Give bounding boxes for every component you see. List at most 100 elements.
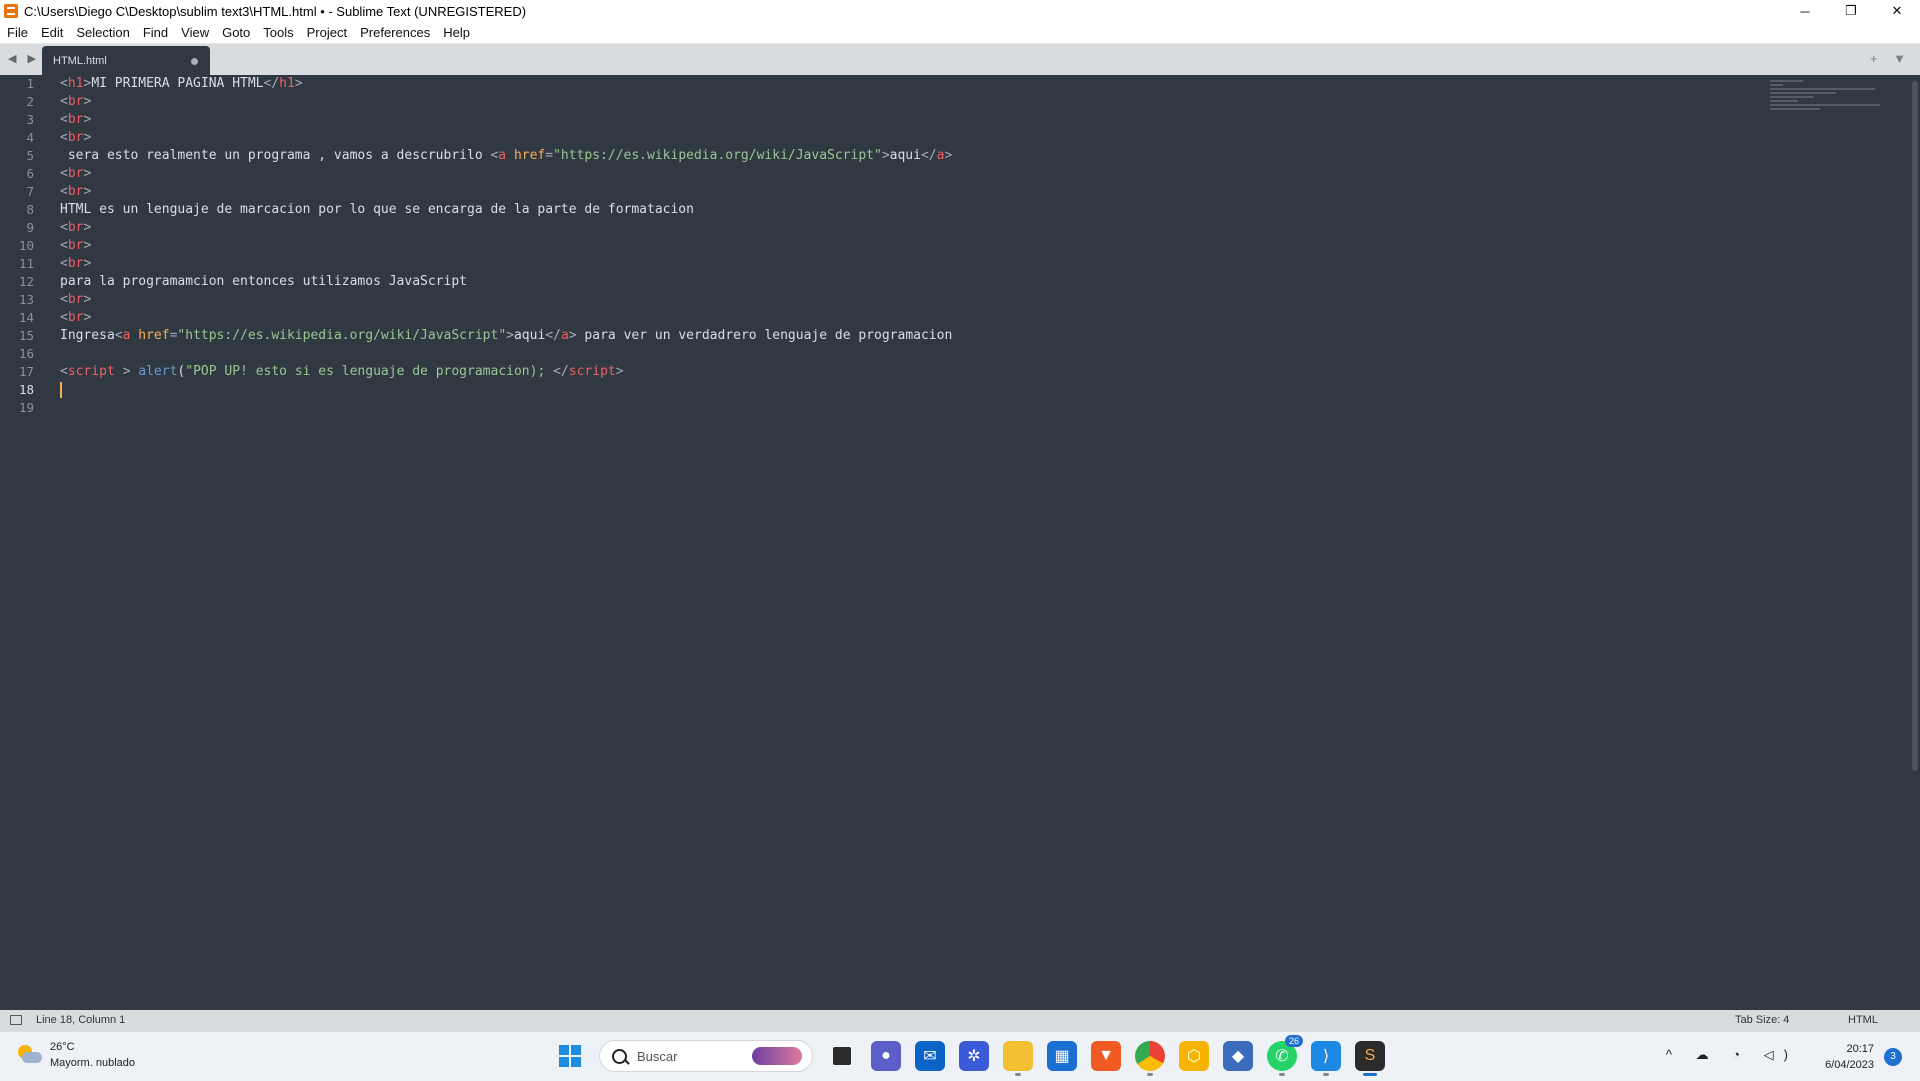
line-number: 2 [26, 94, 34, 109]
line-number: 15 [18, 328, 34, 343]
vertical-scrollbar[interactable] [1912, 81, 1918, 771]
code-line: <br> [60, 238, 92, 253]
code-line: <h1>MI PRIMERA PAGINA HTML</h1> [60, 76, 303, 91]
line-number: 10 [18, 238, 34, 253]
line-number: 7 [26, 184, 34, 199]
notification-badge[interactable]: 3 [1884, 1048, 1902, 1066]
menu-view[interactable]: View [181, 25, 209, 40]
menu-find[interactable]: Find [143, 25, 168, 40]
mail-icon[interactable]: ✉ [915, 1041, 945, 1071]
taskbar-apps: Buscar ● ✉ ✲ ▦ ▼ ⬡ ◆ ✆ 26 ⟩ S [548, 1035, 1392, 1076]
panel-toggle-icon[interactable] [10, 1015, 22, 1025]
line-number: 1 [26, 76, 34, 91]
tab-nav-arrows-icon[interactable]: ◀ ▶ [8, 52, 40, 65]
virtualbox-icon[interactable]: ◆ [1223, 1041, 1253, 1071]
app-hexagon-icon[interactable]: ⬡ [1179, 1041, 1209, 1071]
code-line: <br> [60, 94, 92, 109]
file-explorer-icon[interactable] [1003, 1041, 1033, 1076]
search-placeholder: Buscar [637, 1048, 678, 1064]
code-area[interactable]: <h1>MI PRIMERA PAGINA HTML</h1> <br> <br> <… [60, 75, 1740, 417]
weather-description: Mayorm. nublado [50, 1057, 135, 1069]
tray-icons[interactable]: ^ ☁ ◔ ◁) [1666, 1047, 1798, 1063]
status-bar: Line 18, Column 1 Tab Size: 4 HTML [0, 1010, 1920, 1031]
clock-date: 6/04/2023 [1825, 1059, 1874, 1071]
code-line: Ingresa<a href="https://es.wikipedia.org… [60, 328, 953, 343]
tab-size-setting[interactable]: Tab Size: 4 [1735, 1014, 1789, 1026]
search-icon [612, 1048, 627, 1064]
tab-tools-icon[interactable]: + ▼ [1870, 51, 1912, 66]
line-number: 19 [18, 400, 34, 415]
line-number: 14 [18, 310, 34, 325]
task-view-icon[interactable] [833, 1047, 851, 1065]
code-line: para la programamcion entonces utilizamo… [60, 274, 467, 289]
brave-browser-icon[interactable]: ▼ [1091, 1041, 1121, 1071]
code-line: <br> [60, 310, 92, 325]
whatsapp-icon[interactable]: ✆ 26 [1267, 1035, 1303, 1076]
windows-start-icon[interactable] [555, 1041, 585, 1071]
title-bar: C:\Users\Diego C\Desktop\sublim text3\HT… [0, 0, 1920, 22]
microsoft-store-icon[interactable]: ▦ [1047, 1041, 1077, 1071]
line-number: 8 [26, 202, 34, 217]
windows-taskbar: 26°C Mayorm. nublado Buscar ● ✉ ✲ ▦ ▼ ⬡ … [0, 1031, 1920, 1081]
code-line: <br> [60, 292, 92, 307]
menu-file[interactable]: File [7, 25, 28, 40]
line-number: 13 [18, 292, 34, 307]
menu-help[interactable]: Help [443, 25, 470, 40]
code-line-active [60, 381, 1740, 399]
line-number: 17 [18, 364, 34, 379]
line-number: 4 [26, 130, 34, 145]
line-number: 3 [26, 112, 34, 127]
line-number: 5 [26, 148, 34, 163]
vscode-icon[interactable]: ⟩ [1311, 1041, 1341, 1076]
code-line: <br> [60, 184, 92, 199]
partly-cloudy-icon [16, 1045, 42, 1065]
weather-temperature: 26°C [50, 1041, 75, 1053]
code-line: <script > alert("POP UP! esto si es leng… [60, 364, 624, 379]
line-number-gutter: 1 2 3 4 5 6 7 8 9 10 11 12 13 14 15 16 1… [0, 75, 52, 417]
tab-html-file[interactable]: HTML.html [42, 46, 210, 75]
whatsapp-badge: 26 [1284, 1035, 1303, 1047]
minimap[interactable] [1770, 80, 1880, 120]
line-number-active: 18 [18, 382, 34, 397]
unsaved-dot-icon[interactable] [191, 58, 198, 65]
taskbar-search[interactable]: Buscar [599, 1040, 813, 1072]
settings-app-icon[interactable]: ✲ [959, 1041, 989, 1071]
line-number: 9 [26, 220, 34, 235]
text-cursor [60, 382, 62, 398]
line-number: 11 [18, 256, 34, 271]
menu-edit[interactable]: Edit [41, 25, 63, 40]
chrome-icon[interactable] [1135, 1041, 1165, 1076]
teams-chat-icon[interactable]: ● [871, 1041, 901, 1071]
code-line: <br> [60, 130, 92, 145]
close-button[interactable]: ✕ [1874, 0, 1920, 22]
code-editor[interactable]: 1 2 3 4 5 6 7 8 9 10 11 12 13 14 15 16 1… [0, 75, 1920, 1010]
minimize-button[interactable]: ─ [1782, 0, 1828, 22]
code-line: HTML es un lenguaje de marcacion por lo … [60, 202, 694, 217]
menu-bar: File Edit Selection Find View Goto Tools… [0, 22, 1920, 44]
weather-widget[interactable]: 26°C Mayorm. nublado [16, 1039, 135, 1071]
code-line: <br> [60, 166, 92, 181]
menu-project[interactable]: Project [307, 25, 347, 40]
sublime-text-taskbar-icon[interactable]: S [1355, 1041, 1385, 1076]
maximize-button[interactable]: ❐ [1828, 0, 1874, 22]
tab-label: HTML.html [53, 55, 107, 67]
clock-time: 20:17 [1846, 1043, 1874, 1055]
sublime-text-icon [4, 4, 18, 18]
window-title: C:\Users\Diego C\Desktop\sublim text3\HT… [24, 3, 527, 19]
clock[interactable]: 20:17 6/04/2023 [1825, 1041, 1874, 1073]
code-line: <br> [60, 256, 92, 271]
menu-selection[interactable]: Selection [76, 25, 129, 40]
code-line: sera esto realmente un programa , vamos … [60, 148, 953, 163]
cursor-position: Line 18, Column 1 [36, 1014, 126, 1026]
menu-goto[interactable]: Goto [222, 25, 250, 40]
search-highlight-image [752, 1047, 802, 1065]
syntax-selector[interactable]: HTML [1848, 1014, 1878, 1026]
menu-preferences[interactable]: Preferences [360, 25, 430, 40]
line-number: 12 [18, 274, 34, 289]
line-number: 16 [18, 346, 34, 361]
menu-tools[interactable]: Tools [263, 25, 293, 40]
code-line: <br> [60, 220, 92, 235]
window-controls: ─ ❐ ✕ [1782, 0, 1920, 22]
